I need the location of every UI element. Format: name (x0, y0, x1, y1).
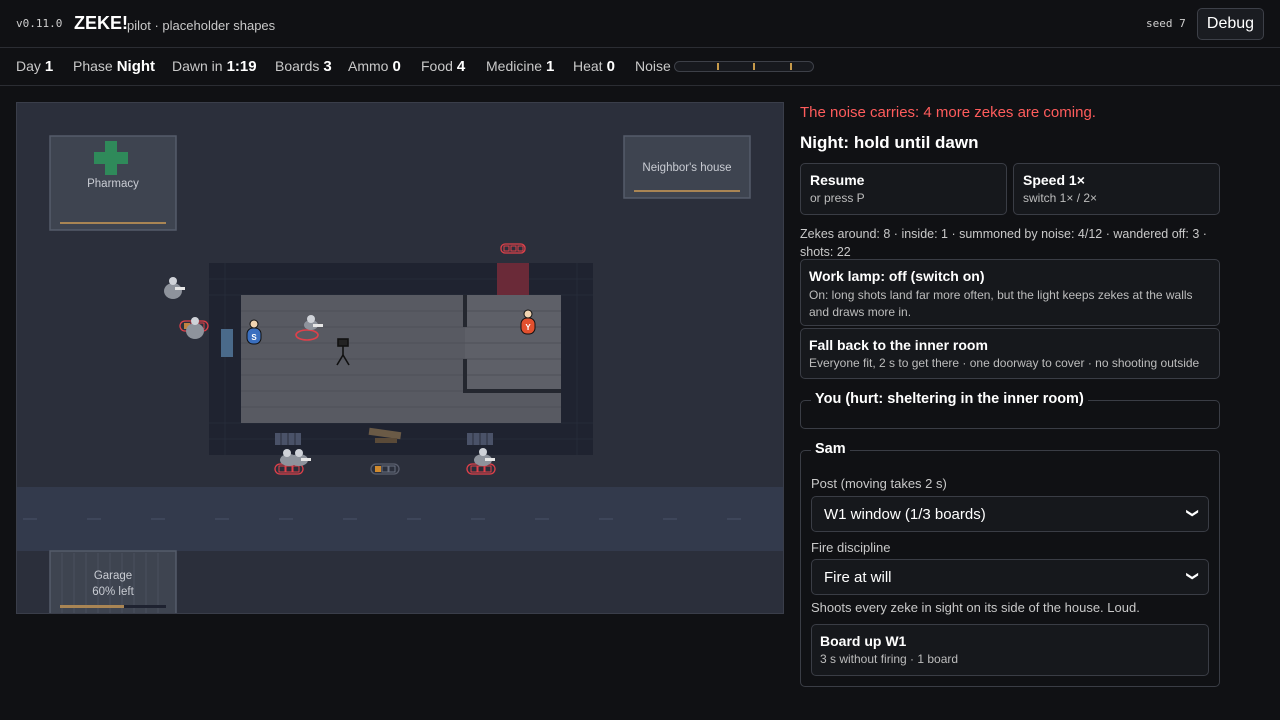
neighbor-house-building[interactable]: Neighbor's house (623, 135, 751, 199)
fire-discipline-desc: Shoots every zeke in sight on its side o… (811, 600, 1140, 615)
board-up-button[interactable]: Board up W1 3 s without firing · 1 board (811, 624, 1209, 676)
resume-hint: or press P (810, 191, 865, 205)
noise-meter (674, 61, 814, 72)
stat-dawn: Dawn in 1:19 (172, 58, 257, 75)
stat-food-value: 4 (456, 58, 466, 75)
stat-medicine-label: Medicine (486, 58, 543, 74)
seed-label: seed 7 (1146, 17, 1186, 30)
window-w1[interactable] (221, 329, 233, 357)
game-title: ZEKE! (74, 13, 128, 33)
stat-phase: Phase Night (73, 58, 155, 75)
pharmacy-building[interactable]: Pharmacy (49, 135, 177, 231)
garage-progress-fill (60, 605, 124, 608)
speed-button[interactable]: Speed 1× switch 1× / 2× (1013, 163, 1220, 215)
resume-title: Resume (810, 172, 865, 188)
stat-boards-label: Boards (275, 58, 320, 74)
fire-discipline-value: Fire at will (824, 569, 892, 586)
chevron-down-icon: ❯ (1185, 507, 1200, 519)
stat-dawn-label: Dawn in (172, 58, 223, 74)
map-canvas[interactable]: Pharmacy Neighbor's house Garage 60% lef… (17, 103, 784, 614)
post-select[interactable]: W1 window (1/3 boards) ❯ (811, 496, 1209, 532)
board-up-title: Board up W1 (820, 633, 907, 649)
board-up-desc: 3 s without firing · 1 board (820, 652, 959, 666)
zeke-outside-west[interactable] (164, 277, 185, 299)
pharmacy-label: Pharmacy (87, 178, 139, 190)
speed-hint: switch 1× / 2× (1023, 191, 1098, 205)
post-label: Post (moving takes 2 s) (811, 476, 947, 491)
you-marker: Y (525, 323, 531, 332)
fire-discipline-label: Fire discipline (811, 540, 891, 555)
stat-boards: Boards 3 (275, 58, 332, 75)
noise-threshold-tick (753, 63, 755, 70)
debug-button[interactable]: Debug (1197, 8, 1264, 40)
fall-back-desc: Everyone fit, 2 s to get there · one doo… (809, 356, 1200, 370)
stat-phase-value: Night (116, 58, 156, 75)
resume-button[interactable]: Resume or press P (800, 163, 1007, 215)
stat-ammo-label: Ammo (348, 58, 389, 74)
sam-legend: Sam (811, 441, 850, 457)
you-legend: You (hurt: sheltering in the inner room) (811, 391, 1088, 407)
front-door-board-slots (370, 463, 400, 475)
back-door[interactable] (497, 263, 529, 295)
stat-heat-label: Heat (573, 58, 603, 74)
neighbor-house-label: Neighbor's house (642, 162, 731, 174)
stat-heat-value: 0 (606, 58, 615, 75)
stat-dawn-value: 1:19 (226, 58, 257, 75)
sam-marker: S (251, 333, 257, 342)
stat-food: Food 4 (421, 58, 465, 75)
fall-back-title: Fall back to the inner room (809, 337, 988, 353)
top-bar: v0.11.0 ZEKE! pilot · placeholder shapes… (0, 0, 1280, 48)
post-select-value: W1 window (1/3 boards) (824, 506, 986, 523)
noise-alert: The noise carries: 4 more zekes are comi… (800, 104, 1096, 121)
zeke-at-window-w1[interactable] (186, 317, 204, 339)
stat-day-value: 1 (44, 58, 54, 75)
stat-ammo-value: 0 (392, 58, 401, 75)
stat-heat: Heat 0 (573, 58, 615, 75)
stat-boards-value: 3 (323, 58, 332, 75)
game-subtitle: pilot · placeholder shapes (127, 18, 276, 33)
garage-label: Garage (94, 570, 132, 582)
fall-back-button[interactable]: Fall back to the inner room Everyone fit… (800, 328, 1220, 379)
work-lamp-desc: On: long shots land far more often, but … (809, 288, 1193, 319)
stat-ammo: Ammo 0 (348, 58, 401, 75)
chevron-down-icon: ❯ (1185, 570, 1200, 582)
stat-noise-label: Noise (635, 58, 671, 74)
speed-title: Speed 1× (1023, 172, 1085, 188)
stat-food-label: Food (421, 58, 453, 74)
garage-building[interactable]: Garage 60% left (49, 550, 177, 614)
window-w2[interactable] (275, 433, 301, 445)
noise-threshold-tick (790, 63, 792, 70)
garage-left-label: 60% left (92, 586, 134, 598)
window-w3[interactable] (467, 433, 493, 445)
work-lamp-toggle-button[interactable]: Work lamp: off (switch on) On: long shot… (800, 259, 1220, 326)
door-board-slots (500, 243, 526, 254)
main-room-floor (241, 295, 561, 423)
game-map[interactable]: Pharmacy Neighbor's house Garage 60% lef… (16, 102, 784, 614)
stat-day: Day 1 (16, 58, 53, 75)
noise-threshold-tick (717, 63, 719, 70)
stat-day-label: Day (16, 58, 41, 74)
stat-medicine: Medicine 1 (486, 58, 554, 75)
fire-discipline-select[interactable]: Fire at will ❯ (811, 559, 1209, 595)
stat-phase-label: Phase (73, 58, 113, 74)
zeke-status-info: Zekes around: 8 · inside: 1 · summoned b… (800, 227, 1207, 259)
stat-medicine-value: 1 (546, 58, 555, 75)
work-lamp-title: Work lamp: off (switch on) (809, 268, 985, 284)
phase-heading: Night: hold until dawn (800, 133, 979, 152)
version-label: v0.11.0 (16, 17, 63, 30)
